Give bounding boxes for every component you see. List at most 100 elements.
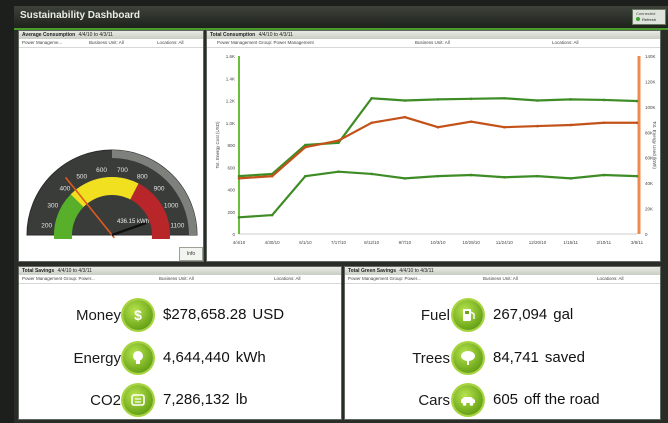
filter-locations[interactable]: Locations: All bbox=[274, 275, 301, 283]
x-tick-label: 11/24/10 bbox=[496, 240, 514, 245]
panel-filters: Power Management Group: Power... Busines… bbox=[19, 275, 341, 284]
series-0-point bbox=[602, 98, 606, 102]
panel-date-range: 4/4/10 to 4/3/11 bbox=[57, 268, 92, 274]
series-1-point bbox=[337, 139, 340, 142]
metric-money: Money $ $278,658.28 USD bbox=[19, 299, 343, 335]
filter-business-unit[interactable]: Business Unit: All bbox=[415, 39, 450, 47]
x-tick-label: 4/30/10 bbox=[265, 240, 281, 245]
gauge-tick-label: 500 bbox=[76, 173, 87, 180]
x-tick-label: 10/29/10 bbox=[462, 240, 480, 245]
series-1-point bbox=[469, 120, 473, 123]
filter-business-unit[interactable]: Business Unit: All bbox=[483, 275, 518, 283]
metric-number: 605 bbox=[493, 391, 519, 408]
series-2-point bbox=[304, 174, 307, 178]
y-right-tick-label: 80K bbox=[645, 130, 653, 135]
panel-title: Total Consumption bbox=[210, 32, 256, 38]
y-right-tick-label: 120K bbox=[645, 79, 656, 84]
metric-label: Trees bbox=[412, 350, 450, 367]
metric-label: Fuel bbox=[420, 307, 450, 324]
metric-value: $278,658.28 USD bbox=[163, 306, 284, 323]
x-tick-label: 10/3/10 bbox=[430, 240, 446, 245]
panel-date-range: 4/4/10 to 4/3/11 bbox=[78, 32, 113, 38]
y-right-axis-title: Tot. Energy Used (kWh) bbox=[652, 121, 657, 169]
series-2-point bbox=[403, 177, 407, 180]
metric-label: CO2 bbox=[90, 392, 121, 409]
status-box[interactable]: Connected Refresh bbox=[632, 9, 666, 25]
filter-group[interactable]: Power Manageme... bbox=[22, 39, 62, 47]
y-left-tick-label: 400 bbox=[227, 188, 235, 193]
series-0-point bbox=[436, 98, 440, 101]
metric-unit: gal bbox=[553, 306, 574, 323]
gauge-tick-label: 200 bbox=[41, 223, 52, 230]
filter-locations[interactable]: Locations: All bbox=[157, 39, 184, 47]
gauge-tick-label: 1100 bbox=[170, 223, 184, 230]
y-left-tick-label: 1.4K bbox=[226, 76, 235, 81]
metric-number: $278,658.28 bbox=[163, 306, 247, 323]
gauge-tick-label: 400 bbox=[60, 186, 71, 193]
metric-value: 267,094 gal bbox=[493, 306, 573, 323]
series-0-point bbox=[370, 96, 373, 100]
x-tick-label: 4/4/10 bbox=[233, 240, 246, 245]
consumption-gauge: 100200300400500600700800900100011001200 … bbox=[26, 149, 198, 239]
gauge-tick-label: 300 bbox=[47, 203, 58, 210]
x-tick-label: 1/15/11 bbox=[563, 240, 578, 245]
series-1-point bbox=[304, 145, 307, 149]
series-0-point bbox=[469, 97, 473, 101]
gauge-tick-label: 800 bbox=[137, 173, 148, 180]
y-left-tick-label: 200 bbox=[227, 210, 235, 215]
series-2-point bbox=[635, 174, 639, 178]
info-button[interactable]: Info bbox=[179, 247, 203, 261]
y-right-tick-label: 0 bbox=[645, 232, 648, 237]
series-2-point bbox=[569, 177, 572, 180]
panel-header: Total Savings 4/4/10 to 4/3/11 bbox=[19, 267, 341, 275]
status-dot-icon bbox=[636, 17, 640, 21]
series-0-point bbox=[337, 141, 340, 145]
filter-locations[interactable]: Locations: All bbox=[597, 275, 624, 283]
panel-date-range: 4/4/10 to 4/3/11 bbox=[258, 32, 293, 38]
metric-unit: off the road bbox=[524, 391, 600, 408]
metric-number: 4,644,440 bbox=[163, 349, 230, 366]
app-title: Sustainability Dashboard bbox=[20, 10, 141, 21]
panel-title: Total Green Savings bbox=[348, 268, 396, 274]
y-right-tick-label: 140K bbox=[645, 54, 656, 59]
series-1-point bbox=[536, 124, 539, 128]
y-right-tick-label: 100K bbox=[645, 105, 656, 110]
metric-value: 4,644,440 kWh bbox=[163, 349, 266, 366]
x-tick-label: 9/7/10 bbox=[399, 240, 412, 245]
filter-group[interactable]: Power Management Group: Power... bbox=[348, 275, 421, 283]
co2-icon bbox=[123, 385, 153, 415]
x-tick-label: 12/20/10 bbox=[529, 240, 547, 245]
panel-header: Total Consumption 4/4/10 to 4/3/11 bbox=[207, 31, 660, 39]
tree-icon bbox=[453, 343, 483, 373]
status-line2: Refresh bbox=[642, 17, 657, 22]
y-right-tick-label: 60K bbox=[645, 156, 653, 161]
panel-date-range: 4/4/10 to 4/3/11 bbox=[399, 268, 434, 274]
metric-value: 605 off the road bbox=[493, 391, 600, 408]
series-1-point bbox=[436, 125, 440, 129]
metric-unit: kWh bbox=[235, 349, 266, 366]
metric-number: 7,286,132 bbox=[163, 391, 230, 408]
filter-group[interactable]: Power Management Group: Power Management bbox=[217, 39, 314, 47]
status-line1: Connected bbox=[636, 11, 656, 16]
y-left-tick-label: 1.0K bbox=[226, 121, 235, 126]
y-right-tick-label: 40K bbox=[645, 181, 653, 186]
y-left-tick-label: 1.2K bbox=[226, 99, 235, 104]
metric-cars: Cars 605 off the road bbox=[345, 384, 662, 420]
panel-title: Total Savings bbox=[22, 268, 55, 274]
filter-group[interactable]: Power Management Group: Power... bbox=[22, 275, 95, 283]
svg-text:$: $ bbox=[134, 307, 142, 323]
panel-filters: Power Management Group: Power... Busines… bbox=[345, 275, 660, 284]
lightbulb-icon bbox=[123, 343, 153, 373]
x-tick-label: 6/1/10 bbox=[299, 240, 312, 245]
filter-locations[interactable]: Locations: All bbox=[552, 39, 579, 47]
metric-fuel: Fuel 267,094 gal bbox=[345, 299, 662, 335]
filter-business-unit[interactable]: Business Unit: All bbox=[159, 275, 194, 283]
series-1-point bbox=[569, 123, 572, 127]
filter-business-unit[interactable]: Business Unit: All bbox=[89, 39, 124, 47]
series-1-point bbox=[237, 177, 241, 180]
fuel-pump-icon bbox=[453, 300, 483, 330]
metric-value: 7,286,132 lb bbox=[163, 391, 247, 408]
total-savings-panel: Total Savings 4/4/10 to 4/3/11 Power Man… bbox=[18, 266, 342, 420]
series-2-point bbox=[270, 213, 274, 217]
series-0-point bbox=[536, 99, 539, 102]
